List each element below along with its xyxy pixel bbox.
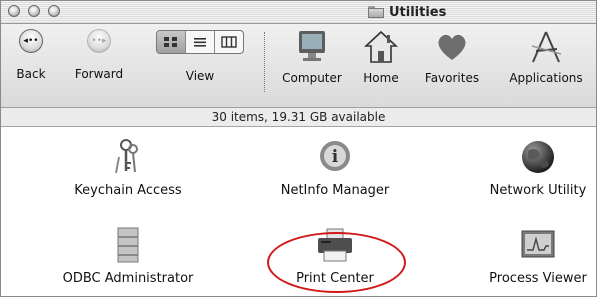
- item-process-viewer[interactable]: Process Viewer: [453, 225, 596, 286]
- status-bar: 30 items, 19.31 GB available: [1, 108, 596, 127]
- view-segmented-control[interactable]: [156, 30, 244, 54]
- globe-icon: [518, 137, 558, 177]
- item-label: Process Viewer: [489, 271, 587, 286]
- window-title-text: Utilities: [389, 4, 447, 20]
- favorites-button[interactable]: Favorites: [417, 29, 487, 85]
- item-network-utility[interactable]: Network Utility: [453, 137, 596, 198]
- item-label: Network Utility: [489, 183, 587, 198]
- computer-button[interactable]: Computer: [277, 29, 347, 85]
- status-text: 30 items, 19.31 GB available: [211, 110, 386, 124]
- heart-icon: [432, 29, 472, 65]
- view-label: View: [185, 69, 215, 83]
- view-control[interactable]: View: [155, 29, 245, 83]
- applications-label: Applications: [509, 71, 583, 85]
- zoom-button[interactable]: [48, 5, 60, 17]
- keys-icon: [108, 137, 148, 177]
- close-button[interactable]: [8, 5, 20, 17]
- computer-label: Computer: [282, 71, 342, 85]
- toolbar-separator: [264, 32, 265, 92]
- back-button[interactable]: ◂•• Back: [11, 29, 51, 81]
- window-title: Utilities: [368, 3, 446, 21]
- icon-view-icon: [164, 37, 177, 47]
- database-icon: [108, 225, 148, 265]
- item-keychain-access[interactable]: Keychain Access: [43, 137, 213, 198]
- favorites-label: Favorites: [424, 71, 480, 85]
- column-view-button[interactable]: [215, 31, 243, 53]
- toolbar: ◂•• Back ••▸ Forward View Computer Home …: [1, 24, 596, 108]
- applications-icon: [526, 29, 566, 65]
- home-icon: [361, 29, 401, 65]
- item-label: Keychain Access: [74, 183, 182, 198]
- forward-label: Forward: [74, 67, 124, 81]
- home-label: Home: [363, 71, 399, 85]
- item-odbc-administrator[interactable]: ODBC Administrator: [43, 225, 213, 286]
- folder-icon: [368, 6, 384, 18]
- list-view-icon: [194, 38, 206, 47]
- back-arrow-icon: ◂••: [19, 29, 43, 53]
- item-netinfo-manager[interactable]: i NetInfo Manager: [250, 137, 420, 198]
- title-bar[interactable]: Utilities: [1, 1, 596, 24]
- computer-icon: [292, 29, 332, 65]
- column-view-icon: [221, 36, 237, 48]
- list-view-button[interactable]: [186, 31, 215, 53]
- icon-view-button[interactable]: [157, 31, 186, 53]
- svg-text:i: i: [332, 147, 339, 167]
- back-label: Back: [16, 67, 46, 81]
- minimize-button[interactable]: [28, 5, 40, 17]
- home-button[interactable]: Home: [358, 29, 404, 85]
- forward-button[interactable]: ••▸ Forward: [69, 29, 129, 81]
- item-label: ODBC Administrator: [62, 271, 194, 286]
- highlight-annotation-ellipse: [267, 232, 406, 293]
- forward-arrow-icon: ••▸: [87, 29, 111, 53]
- finder-window: Utilities ◂•• Back ••▸ Forward View Comp…: [0, 0, 597, 297]
- applications-button[interactable]: Applications: [500, 29, 592, 85]
- item-label: NetInfo Manager: [280, 183, 390, 198]
- info-globe-icon: i: [315, 137, 355, 177]
- monitor-graph-icon: [518, 225, 558, 265]
